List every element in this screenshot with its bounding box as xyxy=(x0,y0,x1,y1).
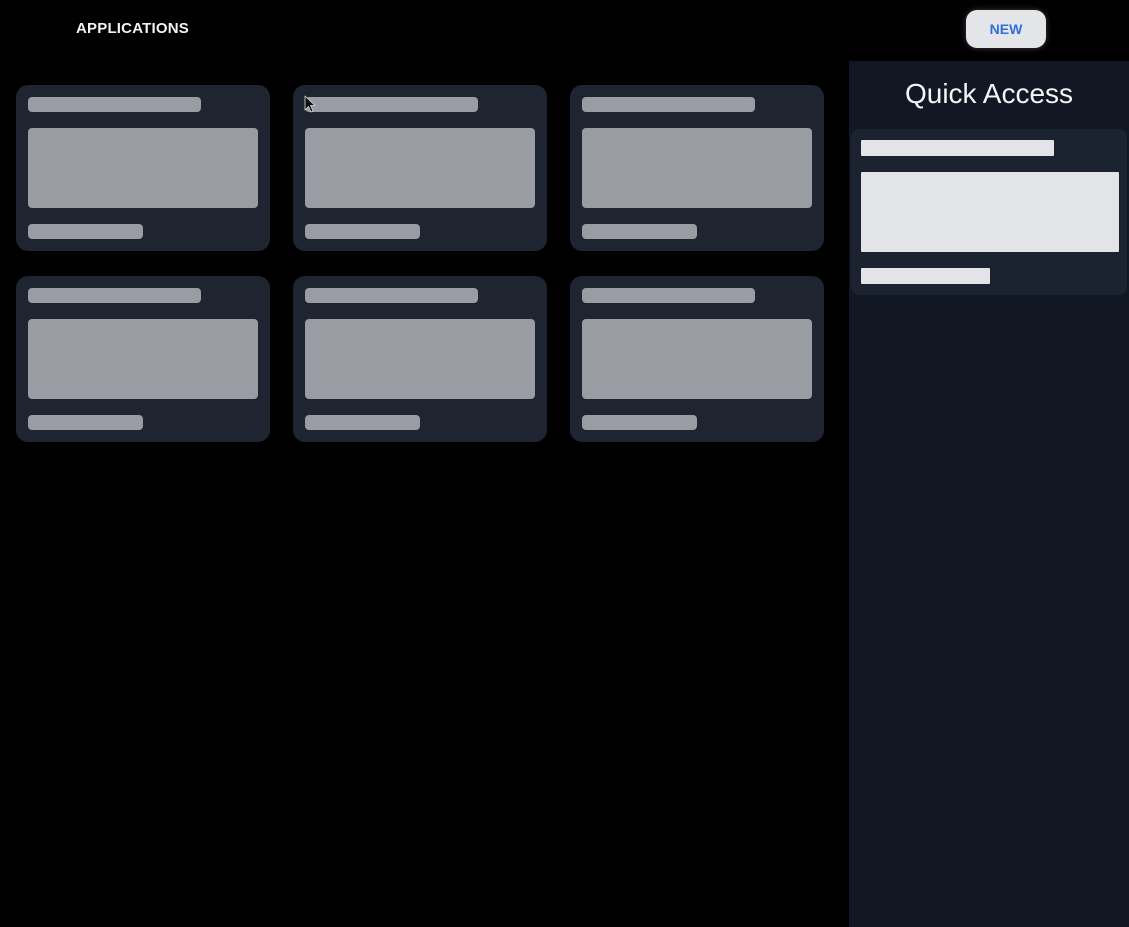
quick-access-item-skeleton[interactable] xyxy=(851,129,1127,295)
quick-item-body-placeholder xyxy=(861,172,1119,252)
card-body-placeholder xyxy=(582,128,812,208)
card-body-placeholder xyxy=(582,319,812,399)
card-title-placeholder xyxy=(28,97,201,112)
card-footer-placeholder xyxy=(28,415,143,430)
card-title-placeholder xyxy=(305,97,478,112)
card-title-placeholder xyxy=(28,288,201,303)
application-card-skeleton[interactable] xyxy=(570,276,824,442)
application-card-skeleton[interactable] xyxy=(16,276,270,442)
card-footer-placeholder xyxy=(28,224,143,239)
card-body-placeholder xyxy=(28,128,258,208)
quick-access-title: Quick Access xyxy=(904,78,1074,109)
card-title-placeholder xyxy=(582,288,755,303)
card-body-placeholder xyxy=(28,319,258,399)
page-title: APPLICATIONS xyxy=(76,20,189,37)
card-footer-placeholder xyxy=(582,415,697,430)
quick-item-title-placeholder xyxy=(861,140,1054,156)
application-card-skeleton[interactable] xyxy=(16,85,270,251)
quick-item-footer-placeholder xyxy=(861,268,990,284)
application-card-skeleton[interactable] xyxy=(293,85,547,251)
card-body-placeholder xyxy=(305,319,535,399)
quick-access-panel: Quick Access xyxy=(849,61,1129,927)
applications-grid xyxy=(16,85,824,442)
mouse-pointer-icon xyxy=(304,95,316,113)
new-button[interactable]: NEW xyxy=(966,10,1046,48)
card-footer-placeholder xyxy=(305,224,420,239)
card-footer-placeholder xyxy=(305,415,420,430)
application-card-skeleton[interactable] xyxy=(293,276,547,442)
card-body-placeholder xyxy=(305,128,535,208)
application-card-skeleton[interactable] xyxy=(570,85,824,251)
card-title-placeholder xyxy=(582,97,755,112)
card-footer-placeholder xyxy=(582,224,697,239)
card-title-placeholder xyxy=(305,288,478,303)
